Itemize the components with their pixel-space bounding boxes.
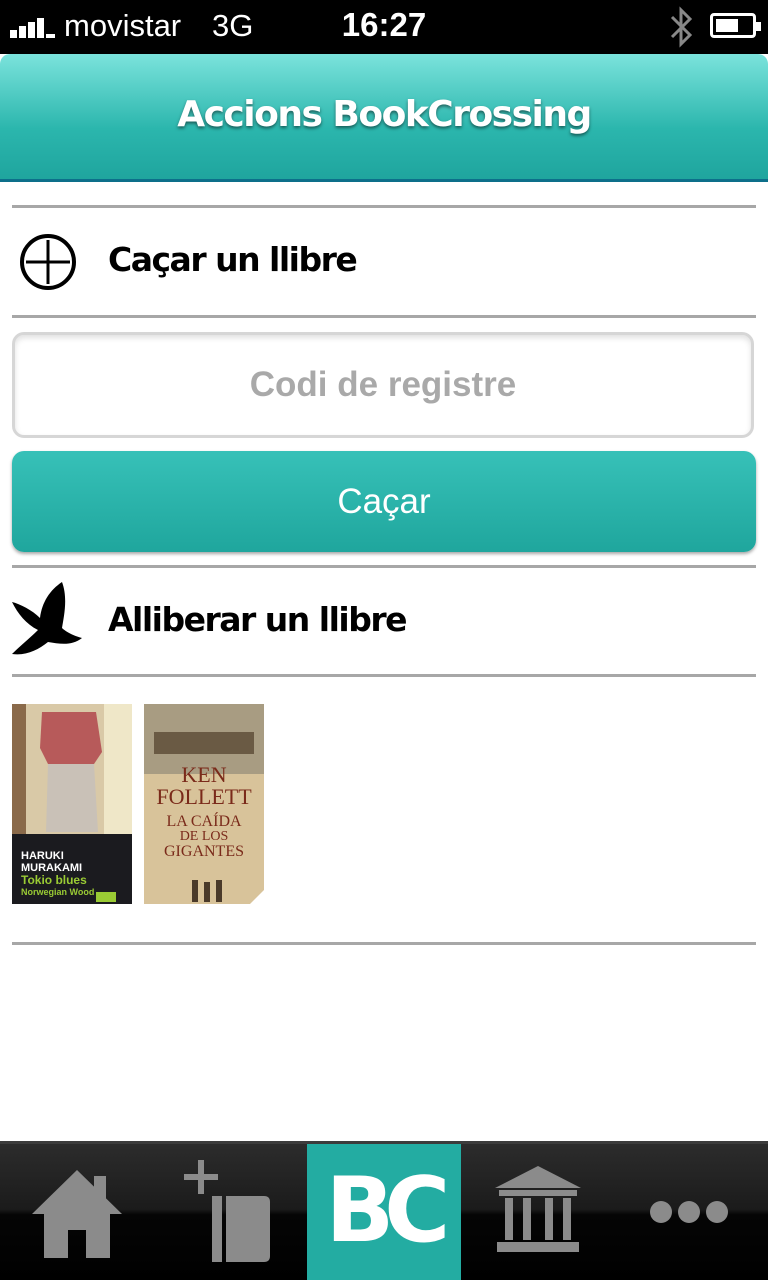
add-book-icon (184, 1160, 270, 1262)
home-icon (32, 1170, 122, 1258)
book-author: FOLLETT (156, 784, 252, 809)
more-icon (650, 1201, 728, 1223)
book-title: DE LOS (179, 829, 229, 844)
tab-bar: BC (0, 1141, 768, 1280)
book-author: HARUKI (21, 850, 64, 862)
clock: 16:27 (341, 6, 427, 43)
divider (12, 942, 756, 945)
book-cover[interactable]: HARUKI MURAKAMI Tokio blues Norwegian Wo… (12, 704, 132, 904)
dove-icon (12, 582, 82, 655)
page-title: Accions BookCrossing (177, 94, 592, 135)
hunt-button[interactable]: Caçar (12, 451, 756, 552)
library-icon (495, 1166, 581, 1252)
hunt-book-section: Caçar un llibre (0, 208, 768, 316)
tab-more[interactable] (615, 1144, 768, 1280)
book-author: KEN (181, 762, 227, 787)
tab-add-book[interactable] (154, 1144, 308, 1280)
add-circle-icon (20, 234, 76, 290)
tab-home[interactable] (0, 1144, 154, 1280)
release-book-label: Alliberar un llibre (108, 600, 407, 639)
book-title: Norwegian Wood (21, 887, 95, 897)
release-book-section: Alliberar un llibre (0, 568, 768, 676)
bluetooth-icon (670, 6, 693, 48)
book-title: LA CAÍDA (166, 813, 242, 830)
battery-icon (710, 13, 761, 38)
book-title: GIGANTES (164, 843, 244, 860)
nav-header: Accions BookCrossing (0, 54, 768, 182)
book-title: Tokio blues (21, 873, 87, 887)
registration-code-input[interactable] (12, 332, 754, 438)
tab-bookcrossing[interactable]: BC (307, 1144, 461, 1280)
divider (12, 674, 756, 677)
book-cover[interactable]: KEN FOLLETT LA CAÍDA DE LOS GIGANTES (144, 704, 264, 904)
divider (12, 315, 756, 318)
hunt-book-label: Caçar un llibre (108, 240, 358, 279)
bc-logo-icon: BC (325, 1158, 451, 1263)
tab-library[interactable] (461, 1144, 615, 1280)
status-bar: movistar 3G 16:27 (0, 0, 768, 54)
